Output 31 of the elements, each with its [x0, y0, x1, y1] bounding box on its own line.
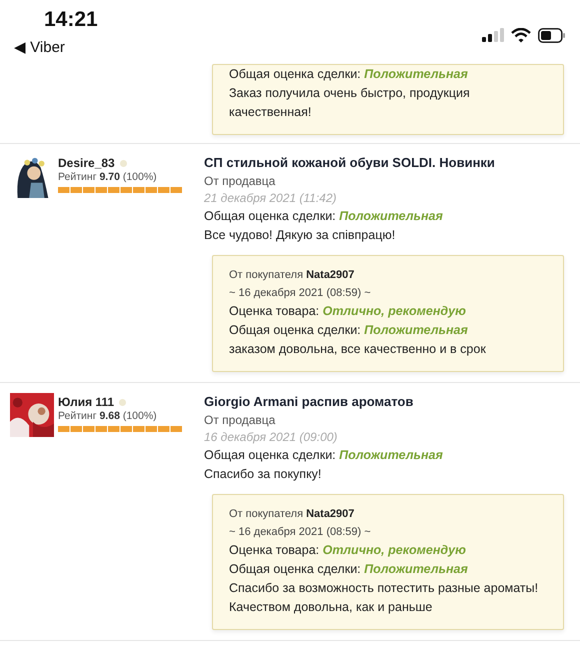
wifi-icon	[511, 28, 531, 42]
review-comment: Заказ получила очень быстро, продукция качественная!	[229, 85, 471, 121]
buyer-label: От покупателя Nata2907	[229, 268, 356, 283]
rating-line: Общая оценка сделки: Положительная	[229, 561, 469, 578]
review-source: От продавца	[204, 412, 276, 429]
review-source: От продавца	[204, 173, 276, 190]
review-date: 16 декабря 2021 (09:00)	[204, 429, 338, 446]
buyer-date: ~ 16 декабря 2021 (08:59) ~	[229, 286, 372, 301]
battery-icon	[538, 28, 566, 42]
buyer-label: От покупателя Nata2907	[229, 507, 356, 522]
rating-line: Общая оценка сделки: Положительная	[204, 447, 444, 464]
rating-line: Общая оценка сделки: Положительная	[229, 322, 469, 339]
review-date: 21 декабря 2021 (11:42)	[204, 190, 338, 207]
user-rating: Рейтинг 9.70 (100%)	[58, 171, 158, 183]
rating-line: Оценка товара: Отлично, рекомендую	[229, 542, 467, 559]
deal-title[interactable]: СП стильной кожаной обуви SOLDI. Новинки	[204, 154, 564, 172]
review-comment: заказом довольна, все качественно и в срок	[229, 341, 487, 358]
user-name[interactable]: Desire_83	[58, 156, 115, 170]
review-comment: Все чудово! Дякую за співпрацю!	[204, 227, 396, 244]
user-rating: Рейтинг 9.68 (100%)	[58, 410, 158, 422]
rating-line: Общая оценка сделки: Положительная	[229, 66, 469, 83]
review-comment: Спасибо за возможность потестить разные ароматы! Качеством довольна, как и раньше	[229, 580, 540, 616]
rating-line: Оценка товара: Отлично, рекомендую	[229, 303, 467, 320]
back-link[interactable]: ◀ Viber	[14, 38, 98, 56]
review-comment: Спасибо за покупку!	[204, 466, 322, 483]
clock-time: 14:21	[44, 8, 98, 32]
rating-line: Общая оценка сделки: Положительная	[204, 208, 444, 225]
user-name[interactable]: Юлия 111	[58, 395, 114, 409]
deal-title[interactable]: Giorgio Armani распив ароматов	[204, 393, 564, 411]
signal-icon	[482, 28, 504, 42]
buyer-date: ~ 16 декабря 2021 (08:59) ~	[229, 525, 372, 540]
